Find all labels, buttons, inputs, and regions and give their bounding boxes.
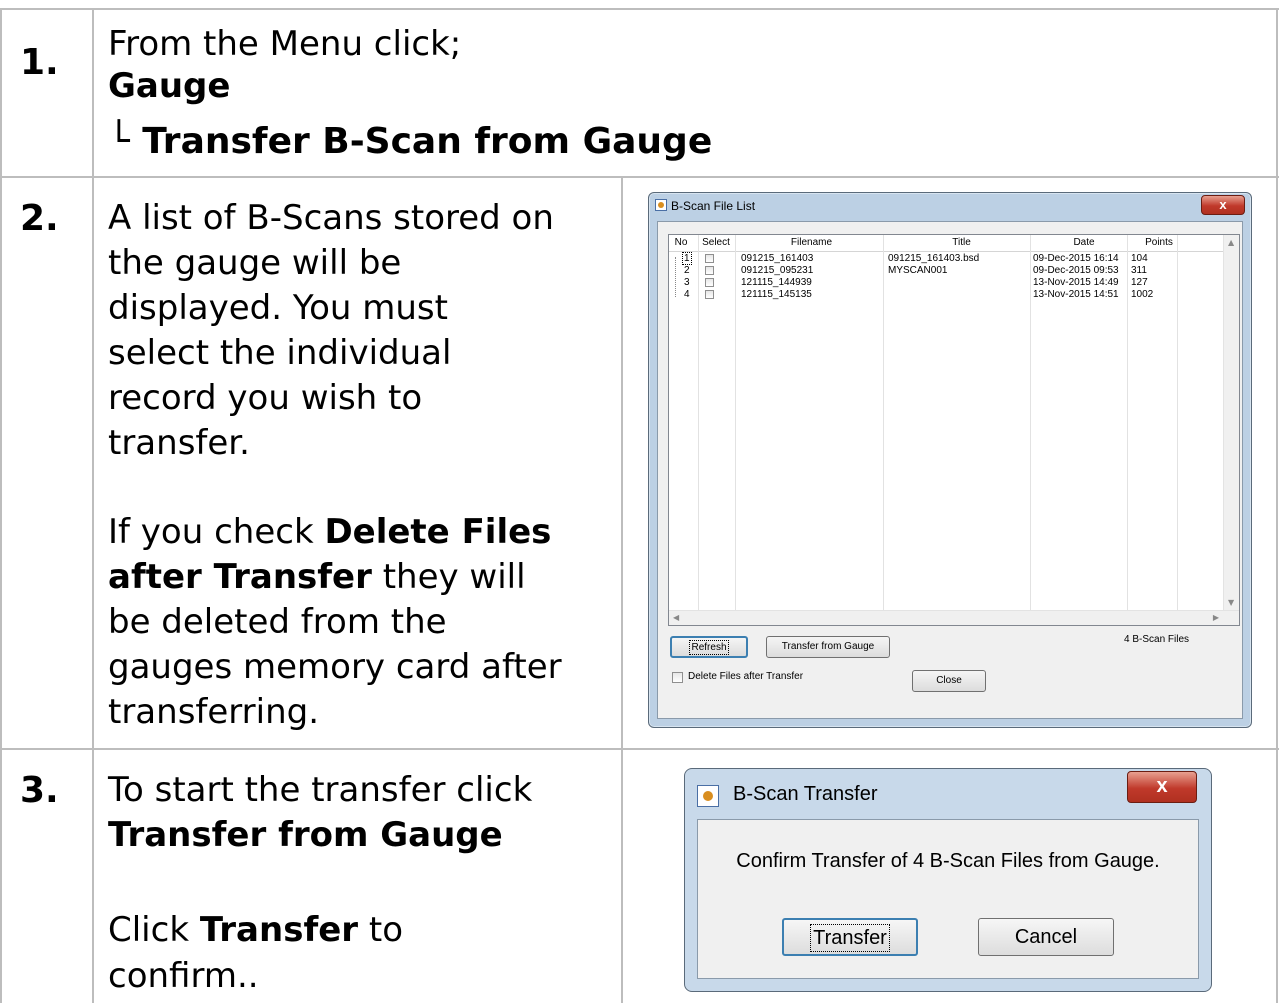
row-select-checkbox[interactable] xyxy=(705,254,714,263)
step2-para2-bold2: after Transfer xyxy=(108,557,372,597)
row-date: 13-Nov-2015 14:49 xyxy=(1033,277,1119,288)
step-number-1: 1. xyxy=(20,42,59,83)
step2-para1-line6: transfer. xyxy=(108,423,250,463)
column-header-title[interactable]: Title xyxy=(889,237,1034,248)
table-row[interactable]: 3 121115_144939 13-Nov-2015 14:49 127 xyxy=(669,277,1239,288)
step2-para1-line3: displayed. You must xyxy=(108,288,448,328)
transfer-button[interactable]: Transfer xyxy=(782,918,918,956)
delete-files-checkbox[interactable] xyxy=(672,672,683,683)
cancel-button[interactable]: Cancel xyxy=(978,918,1114,956)
row-no: 4 xyxy=(684,289,690,300)
row-filename: 121115_144939 xyxy=(741,277,812,288)
confirm-message: Confirm Transfer of 4 B-Scan Files from … xyxy=(736,850,1160,872)
step2-para1-line5: record you wish to xyxy=(108,378,423,418)
file-count: 4 B-Scan Files xyxy=(1124,634,1190,645)
transfer-dialog: B-Scan Transfer x Confirm Transfer of 4 … xyxy=(684,768,1212,992)
step3-line4: confirm.. xyxy=(108,956,259,996)
transfer-dialog-title: B-Scan Transfer xyxy=(733,783,878,805)
step2-para1-line1: A list of B-Scans stored on xyxy=(108,198,554,238)
number-column-divider xyxy=(92,8,94,1003)
table-border-right xyxy=(1276,8,1278,1003)
step3-line3-post: to xyxy=(358,910,404,950)
step2-para2-line1: If you check Delete Files xyxy=(108,512,551,552)
image-column-divider xyxy=(621,176,623,1003)
step2-para1-line4: select the individual xyxy=(108,333,452,373)
delete-files-label: Delete Files after Transfer xyxy=(688,671,804,682)
step1-menu-gauge: Gauge xyxy=(108,66,231,106)
file-list-window-title: B-Scan File List xyxy=(671,199,756,213)
row-filename: 091215_161403 xyxy=(741,253,814,264)
step2-para2-pre: If you check xyxy=(108,512,325,552)
step2-para2-line4: gauges memory card after xyxy=(108,647,562,687)
step-number-2: 2. xyxy=(20,198,59,239)
step2-para1-line2: the gauge will be xyxy=(108,243,402,283)
transfer-from-gauge-button[interactable]: Transfer from Gauge xyxy=(766,636,890,658)
step1-line1: From the Menu click; xyxy=(108,24,462,64)
table-row[interactable]: 4 121115_145135 13-Nov-2015 14:51 1002 xyxy=(669,289,1239,300)
row-no: 1 xyxy=(682,252,692,265)
close-icon[interactable]: x xyxy=(1201,195,1245,215)
step1-menu-transfer: └ Transfer B-Scan from Gauge xyxy=(108,121,713,162)
app-icon xyxy=(655,199,667,211)
row-filename: 121115_145135 xyxy=(741,289,812,300)
step2-para2-line5: transferring. xyxy=(108,692,320,732)
table-border-top xyxy=(0,8,1279,10)
row-points: 127 xyxy=(1131,277,1148,288)
transfer-button-label: Transfer xyxy=(810,924,890,952)
step2-para2-post: they will xyxy=(371,557,526,597)
scroll-right-icon[interactable]: ▶ xyxy=(1213,613,1219,622)
row-points: 104 xyxy=(1131,253,1148,264)
step3-line2: Transfer from Gauge xyxy=(108,815,503,855)
row-title: 091215_161403.bsd xyxy=(888,253,980,264)
row-select-checkbox[interactable] xyxy=(705,266,714,275)
scroll-down-icon[interactable]: ▼ xyxy=(1228,598,1234,607)
close-icon[interactable]: x xyxy=(1127,771,1197,803)
step2-para2-line3: be deleted from the xyxy=(108,602,447,642)
step3-line3-pre: Click xyxy=(108,910,200,950)
row-select-checkbox[interactable] xyxy=(705,278,714,287)
horizontal-scrollbar[interactable]: ◀ ▶ xyxy=(669,610,1239,625)
step2-para2-bold1: Delete Files xyxy=(324,512,552,552)
list-header: No Select Filename Title Date Points xyxy=(669,235,1239,252)
step3-line3: Click Transfer to xyxy=(108,910,403,950)
step-number-3: 3. xyxy=(20,770,59,811)
column-header-date[interactable]: Date xyxy=(1034,237,1134,248)
app-icon xyxy=(697,785,719,807)
row-points: 311 xyxy=(1131,265,1147,276)
step2-para2-line2: after Transfer they will xyxy=(108,557,526,597)
row-date: 09-Dec-2015 09:53 xyxy=(1033,265,1119,276)
scroll-up-icon[interactable]: ▲ xyxy=(1228,238,1234,247)
step3-line3-bold: Transfer xyxy=(199,910,359,950)
row-divider-1 xyxy=(0,176,1279,178)
scroll-left-icon[interactable]: ◀ xyxy=(673,613,679,622)
row-points: 1002 xyxy=(1131,289,1154,300)
row-divider-2 xyxy=(0,748,1279,750)
column-header-no[interactable]: No xyxy=(669,237,693,248)
column-header-select[interactable]: Select xyxy=(699,237,733,248)
transfer-dialog-client: Confirm Transfer of 4 B-Scan Files from … xyxy=(697,819,1199,979)
file-list-window: B-Scan File List x No Select Filename Ti… xyxy=(648,192,1252,728)
file-list-view[interactable]: No Select Filename Title Date Points 1 0… xyxy=(668,234,1240,626)
row-date: 09-Dec-2015 16:14 xyxy=(1033,253,1119,264)
table-row[interactable]: 2 091215_095231 MYSCAN001 09-Dec-2015 09… xyxy=(669,265,1239,276)
file-list-client: No Select Filename Title Date Points 1 0… xyxy=(657,221,1243,719)
row-select-checkbox[interactable] xyxy=(705,290,714,299)
step3-line1: To start the transfer click xyxy=(108,770,533,810)
refresh-button-label: Refresh xyxy=(689,640,729,655)
refresh-button[interactable]: Refresh xyxy=(670,636,748,658)
row-no: 2 xyxy=(684,265,690,276)
row-date: 13-Nov-2015 14:51 xyxy=(1033,289,1119,300)
row-filename: 091215_095231 xyxy=(741,265,814,276)
column-header-filename[interactable]: Filename xyxy=(739,237,884,248)
close-button[interactable]: Close xyxy=(912,670,986,692)
row-no: 3 xyxy=(684,277,690,288)
table-row[interactable]: 1 091215_161403 091215_161403.bsd 09-Dec… xyxy=(669,252,1239,265)
row-title: MYSCAN001 xyxy=(888,265,948,276)
table-border-left xyxy=(0,8,2,1003)
vertical-scrollbar[interactable]: ▲ ▼ xyxy=(1223,235,1239,625)
